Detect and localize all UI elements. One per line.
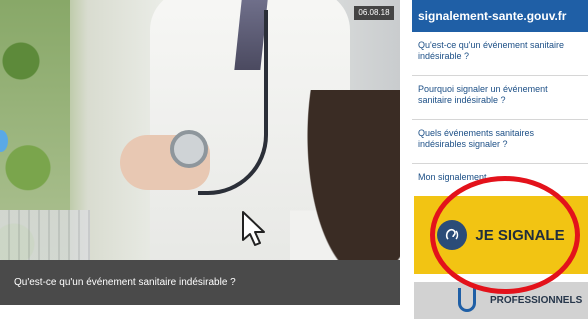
professionnels-label: PROFESSIONNELS: [490, 295, 583, 306]
video-caption: Qu'est-ce qu'un événement sanitaire indé…: [0, 260, 400, 305]
menu-item-what-is[interactable]: Qu'est-ce qu'un événement sanitaire indé…: [412, 32, 588, 76]
stethoscope-icon: [170, 130, 208, 168]
highlight-circle: [430, 176, 580, 294]
video-caption-text: Qu'est-ce qu'un événement sanitaire indé…: [14, 277, 236, 288]
stethoscope-small-icon: [458, 288, 476, 312]
video-player[interactable]: 06.08.18 Qu'est-ce qu'un événement sanit…: [0, 0, 400, 305]
cursor-icon: [242, 211, 265, 246]
menu-item-why-report[interactable]: Pourquoi signaler un événement sanitaire…: [412, 76, 588, 120]
panel-title: signalement-sante.gouv.fr: [412, 0, 588, 32]
menu-item-which-events[interactable]: Quels événements sanitaires indésirables…: [412, 120, 588, 164]
date-badge: 06.08.18: [354, 6, 394, 20]
